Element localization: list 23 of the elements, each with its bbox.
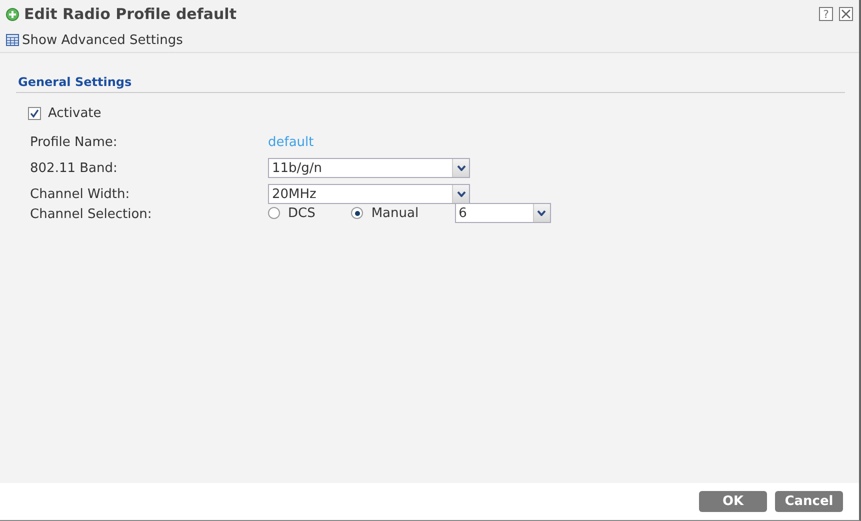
ok-button[interactable]: OK: [699, 491, 767, 512]
profile-name-value: default: [268, 134, 314, 150]
field-label: Channel Width:: [29, 186, 131, 202]
table-icon: [6, 34, 19, 46]
field-label: Channel Selection:: [29, 207, 153, 222]
radio-label: Manual: [371, 206, 419, 220]
add-icon: [6, 8, 19, 20]
radio-button[interactable]: [351, 207, 364, 219]
radio-button[interactable]: [268, 207, 280, 219]
window-title: Edit Radio Profile default: [24, 5, 238, 23]
dropdown-field[interactable]: 11b/g/n: [268, 158, 470, 178]
field-label: 802.11 Band:: [29, 160, 118, 176]
help-button[interactable]: ?: [819, 7, 833, 21]
field-label: Profile Name:: [29, 134, 118, 150]
cancel-button[interactable]: Cancel: [775, 491, 843, 512]
section-title: General Settings: [16, 75, 845, 93]
close-button[interactable]: [839, 7, 853, 21]
activate-label: Activate: [48, 106, 102, 120]
radio-label: DCS: [288, 206, 316, 220]
activate-checkbox[interactable]: [28, 106, 41, 120]
dropdown-field[interactable]: 20MHz: [268, 184, 470, 204]
show-advanced-settings-link[interactable]: Show Advanced Settings: [22, 32, 183, 48]
channel-dropdown[interactable]: 6: [454, 203, 551, 223]
